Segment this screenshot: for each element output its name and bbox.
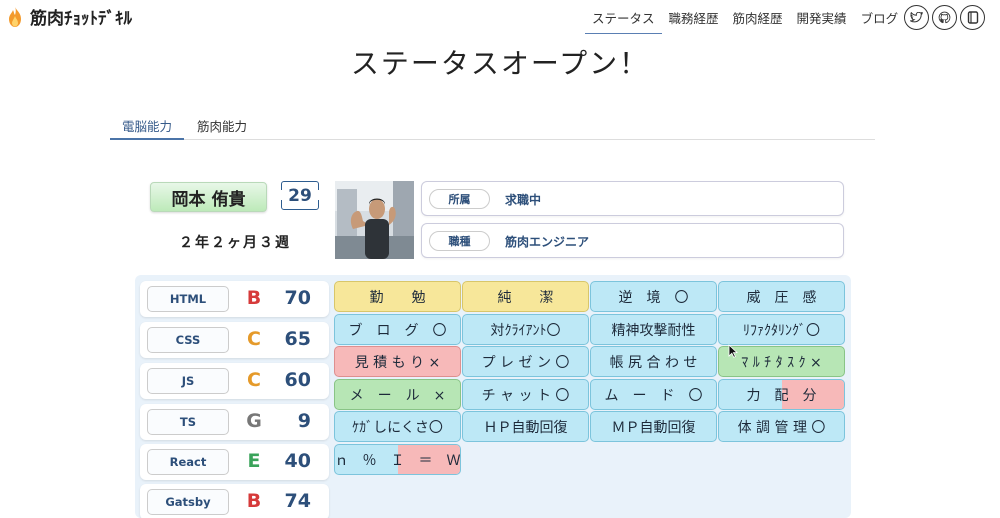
skill-cell: チ ャ ッ ト 〇	[462, 379, 589, 410]
skill-label: 力 配 分	[746, 387, 817, 404]
language-name: CSS	[147, 327, 229, 353]
skill-label: 威 圧 感	[746, 289, 817, 306]
profile-photo	[335, 181, 414, 259]
skill-label: ＨＰ自動回復	[483, 419, 568, 436]
twitter-icon[interactable]	[904, 5, 929, 30]
info-card-affiliation: 所属 求職中	[421, 181, 844, 216]
skill-cell: 精神攻撃耐性	[590, 314, 717, 345]
skill-cell: 対ｸﾗｲｱﾝﾄ〇	[462, 314, 589, 345]
skill-label: ｹｶﾞしにくさ〇	[352, 419, 443, 436]
skill-cell: 見 積 も り ×	[334, 346, 461, 377]
skill-label: チ ャ ッ ト 〇	[481, 387, 570, 404]
skill-cell: ブ ロ グ 〇	[334, 314, 461, 345]
language-score: 60	[284, 369, 311, 391]
ability-tabs: 電脳能力 筋肉能力	[110, 113, 875, 140]
language-score: 40	[284, 450, 311, 472]
skill-label: ﾏ ﾙ ﾁ ﾀ ｽ ｸ ×	[741, 354, 822, 371]
age-value: 29	[288, 185, 312, 206]
occupation-label: 職種	[429, 231, 490, 251]
language-name: React	[147, 449, 229, 475]
blog-icon[interactable]	[960, 5, 985, 30]
logo[interactable]: 筋肉ﾁｮｯﾄﾃﾞｷﾙ	[6, 4, 132, 29]
language-grade: C	[247, 369, 261, 391]
skill-label: ｎ ％ Ｉ ＝ Ｗ	[334, 452, 461, 469]
nav-muscle-career[interactable]: 筋肉経歴	[726, 6, 790, 34]
skill-cell: 勤 勉	[334, 281, 461, 312]
nav-works[interactable]: 開発実績	[790, 6, 854, 34]
name-badge: 岡本 侑貴	[150, 182, 267, 212]
tenure-text: ２年２ヶ月３週	[179, 235, 291, 251]
language-score: 70	[284, 287, 311, 309]
header: 筋肉ﾁｮｯﾄﾃﾞｷﾙ ステータス 職務経歴 筋肉経歴 開発実績 ブログ	[0, 0, 1000, 36]
skill-cell: ｹｶﾞしにくさ〇	[334, 411, 461, 442]
skill-cell: 体 調 管 理 〇	[718, 411, 845, 442]
skill-label: 帳 尻 合 わ せ	[609, 354, 698, 371]
tab-cyber-ability[interactable]: 電脳能力	[122, 116, 172, 135]
nav-career[interactable]: 職務経歴	[662, 6, 726, 34]
language-row: React E 40	[140, 444, 329, 480]
language-score: 74	[284, 490, 311, 512]
github-icon[interactable]	[932, 5, 957, 30]
skill-label: メ ー ル ×	[349, 387, 446, 404]
language-name: JS	[147, 368, 229, 394]
skill-label: プ レ ゼ ン 〇	[481, 354, 570, 371]
language-name: Gatsby	[147, 489, 229, 515]
language-grade: G	[246, 410, 262, 432]
page-title: ステータスオープン！	[350, 47, 650, 80]
skill-label: 逆 境 〇	[618, 289, 689, 306]
affiliation-value: 求職中	[505, 193, 542, 207]
active-tab-indicator	[110, 138, 184, 140]
skill-label: 純 潔	[497, 289, 554, 306]
nav-status[interactable]: ステータス	[585, 6, 662, 34]
skill-cell: メ ー ル ×	[334, 379, 461, 410]
skill-cell: ｎ ％ Ｉ ＝ Ｗ	[334, 444, 461, 475]
skill-cell: プ レ ゼ ン 〇	[462, 346, 589, 377]
language-grade: E	[247, 450, 261, 472]
skill-label: ム ー ド 〇	[604, 387, 703, 404]
flame-icon	[6, 6, 24, 28]
skill-cell: 力 配 分	[718, 379, 845, 410]
skill-label: 精神攻撃耐性	[611, 322, 696, 339]
skill-label: ﾘﾌｧｸﾀﾘﾝｸﾞ〇	[743, 322, 820, 339]
language-row: Gatsby B 74	[140, 484, 329, 518]
language-score: 65	[284, 328, 311, 350]
language-name: TS	[147, 409, 229, 435]
skill-cell: ＭＰ自動回復	[590, 411, 717, 442]
skill-label: 見 積 も り ×	[354, 354, 441, 371]
tab-muscle-ability[interactable]: 筋肉能力	[197, 116, 247, 135]
skill-label: 体 調 管 理 〇	[737, 419, 826, 436]
skill-label: ＭＰ自動回復	[611, 419, 696, 436]
skill-label: ブ ロ グ 〇	[348, 322, 447, 339]
language-row: CSS C 65	[140, 322, 329, 358]
skill-label: 勤 勉	[369, 289, 426, 306]
skill-cell: 威 圧 感	[718, 281, 845, 312]
main-nav: ステータス 職務経歴 筋肉経歴 開発実績 ブログ	[585, 6, 905, 34]
skill-cell: 逆 境 〇	[590, 281, 717, 312]
skill-cell: ＨＰ自動回復	[462, 411, 589, 442]
language-name: HTML	[147, 286, 229, 312]
affiliation-label: 所属	[429, 189, 490, 209]
mouse-cursor-icon	[728, 343, 739, 358]
language-row: TS G 9	[140, 404, 329, 440]
language-score: 9	[297, 410, 311, 432]
age-badge: 29	[279, 181, 321, 210]
language-row: HTML B 70	[140, 281, 329, 317]
language-grade: B	[246, 490, 262, 512]
skill-label: 対ｸﾗｲｱﾝﾄ〇	[490, 322, 561, 339]
occupation-value: 筋肉エンジニア	[505, 235, 590, 249]
language-row: JS C 60	[140, 363, 329, 399]
logo-text: 筋肉ﾁｮｯﾄﾃﾞｷﾙ	[30, 9, 132, 29]
skill-cell: 帳 尻 合 わ せ	[590, 346, 717, 377]
language-grade: C	[247, 328, 261, 350]
skill-cell: ﾘﾌｧｸﾀﾘﾝｸﾞ〇	[718, 314, 845, 345]
skill-cell: ム ー ド 〇	[590, 379, 717, 410]
info-card-occupation: 職種 筋肉エンジニア	[421, 223, 844, 258]
skill-cell: 純 潔	[462, 281, 589, 312]
language-grade: B	[246, 287, 262, 309]
nav-blog[interactable]: ブログ	[854, 6, 906, 34]
